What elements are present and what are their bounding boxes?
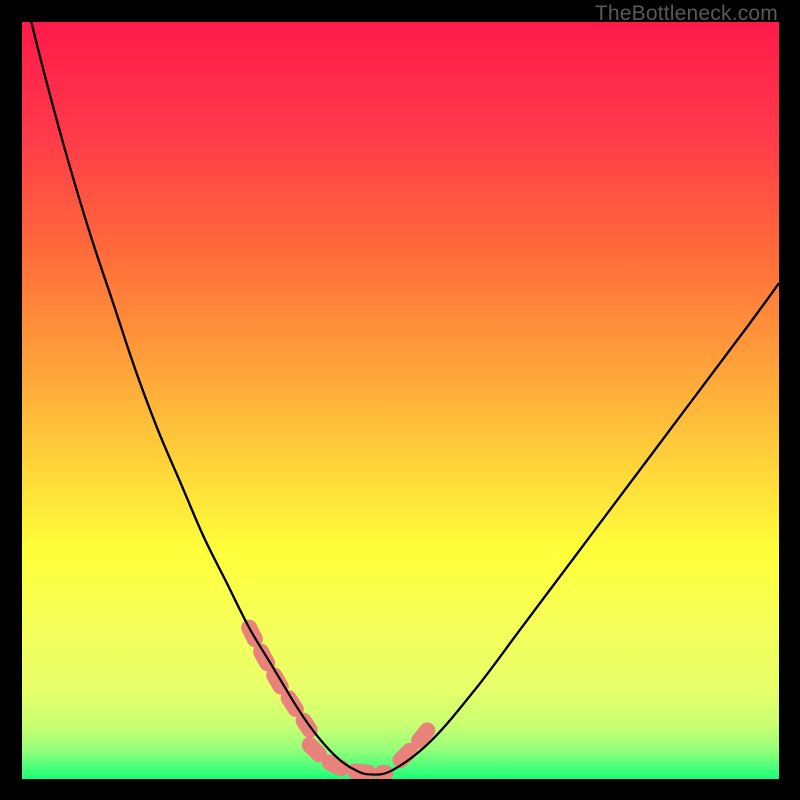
plot-area [22, 22, 779, 779]
curve-layer [22, 22, 779, 779]
bottleneck-curve-overlay [22, 22, 779, 775]
bottleneck-curve [22, 22, 779, 775]
watermark-text: TheBottleneck.com [595, 2, 778, 26]
highlight-segment-bottom [310, 745, 386, 773]
chart-container: TheBottleneck.com [0, 0, 800, 800]
